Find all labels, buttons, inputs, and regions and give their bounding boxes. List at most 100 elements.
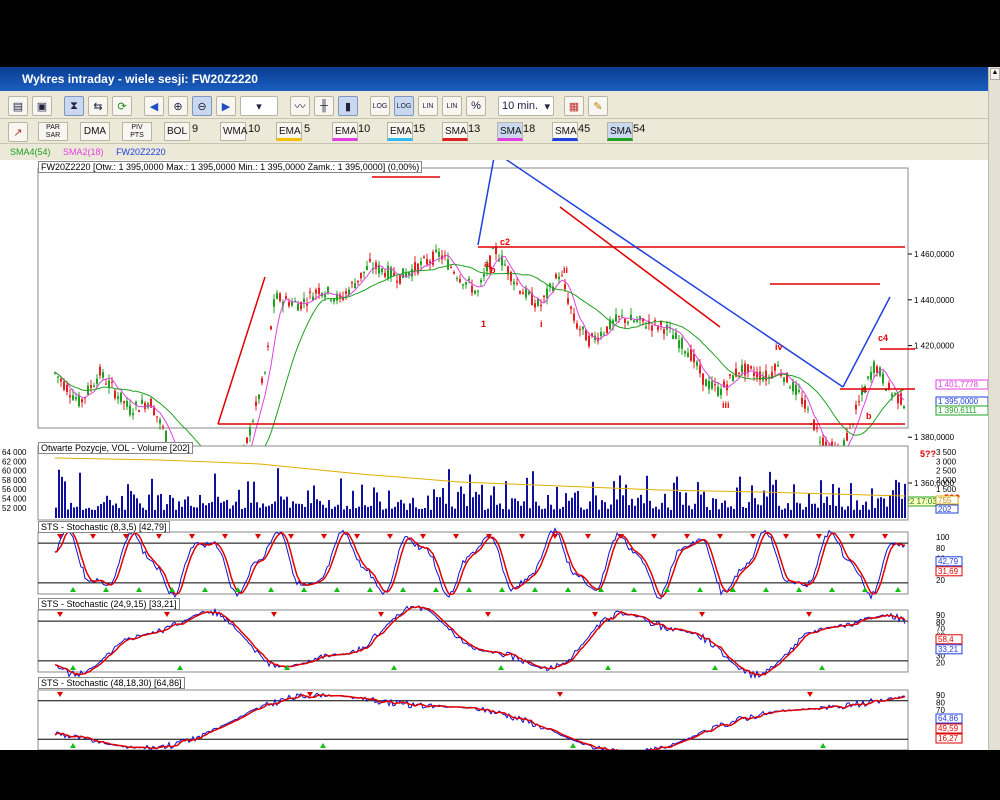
- log-scale-icon[interactable]: LOG: [370, 96, 390, 116]
- ema-5-period[interactable]: 5: [304, 123, 310, 135]
- piv-pts-button[interactable]: PIV PTS: [122, 122, 152, 141]
- sma-45-button[interactable]: SMA: [552, 122, 578, 141]
- refresh-icon[interactable]: ⟳: [112, 96, 132, 116]
- volume-bar: [421, 508, 423, 518]
- volume-bar: [67, 509, 69, 518]
- sma-54-button[interactable]: SMA: [607, 122, 633, 141]
- volume-bar: [769, 471, 771, 518]
- ema-15-period[interactable]: 15: [413, 123, 425, 135]
- volume-bar: [508, 509, 510, 518]
- volume-bar: [640, 494, 642, 518]
- bol-period[interactable]: 9: [192, 123, 198, 135]
- volume-bar: [820, 480, 822, 518]
- ema-5-button[interactable]: EMA: [276, 122, 302, 141]
- volume-bar: [802, 509, 804, 518]
- candle-body: [654, 320, 656, 322]
- ema-10-period[interactable]: 10: [358, 123, 370, 135]
- candle-body: [519, 291, 521, 294]
- candle-body: [855, 404, 857, 410]
- volume-bar: [274, 501, 276, 518]
- volume-bar: [325, 507, 327, 518]
- candle-body: [705, 379, 707, 387]
- ohlc-chart-icon[interactable]: ╫: [314, 96, 334, 116]
- candle-body: [753, 372, 755, 377]
- volume-bar: [232, 505, 234, 518]
- chart-area[interactable]: 1 460,0000 1 440,0000 1 420,0000 1 380,0000…: [0, 151, 989, 757]
- wma-button[interactable]: WMA: [220, 122, 247, 141]
- sts3-tag: 49,59: [938, 724, 959, 733]
- range-icon[interactable]: ⧗: [64, 96, 84, 116]
- volume-bar: [715, 498, 717, 518]
- open-icon[interactable]: ▤: [8, 96, 28, 116]
- sma-18-button[interactable]: SMA: [497, 122, 523, 141]
- scroll-left-icon[interactable]: ◀: [144, 96, 164, 116]
- volume-bar: [214, 473, 216, 518]
- candle-body: [465, 282, 467, 285]
- save-icon[interactable]: ▣: [32, 96, 52, 116]
- candle-body: [543, 295, 545, 298]
- y-tick-label: 1 380,0000: [914, 433, 955, 442]
- candle-body: [60, 378, 62, 382]
- volume-bar: [247, 481, 249, 518]
- window-title: Wykres intraday - wiele sesji: FW20Z2220: [0, 67, 1000, 91]
- period-select[interactable]: ▾: [240, 96, 278, 116]
- volume-bar: [454, 508, 456, 518]
- volume-bar: [172, 497, 174, 518]
- ema-15-button[interactable]: EMA: [387, 122, 413, 141]
- sma-54-period[interactable]: 54: [633, 123, 645, 135]
- lin-scale-icon[interactable]: LIN: [418, 96, 438, 116]
- percent-icon[interactable]: %: [466, 96, 486, 116]
- sma-13-period[interactable]: 13: [468, 123, 480, 135]
- scroll-right-icon[interactable]: ▶: [216, 96, 236, 116]
- candle-body: [108, 380, 110, 388]
- zoom-fit-icon[interactable]: ⇆: [88, 96, 108, 116]
- line-chart-icon[interactable]: 〰: [290, 96, 310, 116]
- volume-bar: [829, 505, 831, 518]
- interval-select[interactable]: 10 min. ▾: [498, 96, 554, 116]
- sma-45-period[interactable]: 45: [578, 123, 590, 135]
- candle-body: [300, 301, 302, 310]
- volume-bar: [331, 508, 333, 518]
- color-palette-icon[interactable]: ▦: [564, 96, 584, 116]
- candle-body: [645, 326, 647, 329]
- candle-body: [159, 419, 161, 424]
- candle-body: [258, 394, 260, 400]
- volume-bar: [571, 497, 573, 518]
- sma-18-period[interactable]: 18: [523, 123, 535, 135]
- lin-scale-pct-icon[interactable]: LIN: [442, 96, 462, 116]
- dma-button[interactable]: DMA: [80, 122, 110, 141]
- price-pane-title: FW20Z2220 [Otw.: 1 395,0000 Max.: 1 395,…: [38, 161, 423, 173]
- candle-body: [387, 265, 389, 280]
- ema-10-button[interactable]: EMA: [332, 122, 358, 141]
- candle-body: [423, 256, 425, 258]
- candle-body: [873, 361, 875, 373]
- candle-body: [105, 383, 107, 385]
- volume-bar: [451, 506, 453, 518]
- bol-button[interactable]: BOL: [164, 122, 190, 141]
- drawing-tools-icon[interactable]: ↗: [8, 122, 28, 142]
- vertical-scrollbar[interactable]: ▲: [988, 67, 1000, 750]
- zoom-out-icon[interactable]: ⊖: [192, 96, 212, 116]
- volume-bar: [529, 508, 531, 518]
- volume-bar: [850, 483, 852, 518]
- volume-bar: [487, 508, 489, 518]
- candle-body: [603, 333, 605, 335]
- volume-bar: [439, 497, 441, 518]
- volume-bar: [616, 499, 618, 518]
- main-toolbar: ▤ ▣ ⧗ ⇆ ⟳ ◀ ⊕ ⊖ ▶ ▾ 〰 ╫ ▮ LOG LOG LIN LI…: [0, 93, 990, 119]
- volume-bar: [538, 505, 540, 518]
- candle-chart-icon[interactable]: ▮: [338, 96, 358, 116]
- sma-13-button[interactable]: SMA: [442, 122, 468, 141]
- wma-period[interactable]: 10: [248, 123, 260, 135]
- scroll-up-icon[interactable]: ▲: [990, 68, 1000, 80]
- log-scale-pct-icon[interactable]: LOG: [394, 96, 414, 116]
- sts1-tick: 20: [936, 576, 945, 585]
- zoom-in-icon[interactable]: ⊕: [168, 96, 188, 116]
- volume-bar: [124, 509, 126, 518]
- edit-note-icon[interactable]: ✎: [588, 96, 608, 116]
- volume-bar: [844, 509, 846, 518]
- volume-bar: [751, 485, 753, 518]
- volume-bar: [778, 505, 780, 518]
- candle-body: [330, 299, 332, 301]
- par-sar-button[interactable]: PAR SAR: [38, 122, 68, 141]
